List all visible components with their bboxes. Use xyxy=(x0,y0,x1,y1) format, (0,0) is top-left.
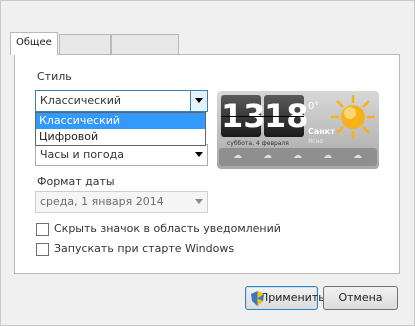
date-format-label: Формат даты xyxy=(37,175,115,188)
style-label: Стиль xyxy=(37,70,72,83)
apply-button[interactable]: Применить xyxy=(245,286,325,310)
hide-icon-label[interactable]: Скрыть значок в область уведомлений xyxy=(54,222,281,235)
clock-divider xyxy=(221,116,304,117)
settings-dialog: Общее Стиль Классический Классический Ци… xyxy=(0,0,415,326)
date-text: суббота, 4 февраля xyxy=(227,140,289,147)
style-option-digital[interactable]: Цифровой xyxy=(36,129,205,145)
forecast-strip: ☁ ☁ ☁ ☁ ☁ xyxy=(219,148,377,166)
cancel-button-label: Отмена xyxy=(338,291,383,304)
style-option-classic[interactable]: Классический xyxy=(36,113,205,129)
chevron-down-icon[interactable] xyxy=(191,192,207,212)
content-select-value: Часы и погода xyxy=(40,148,124,161)
cloud-icon: ☁ xyxy=(263,151,272,161)
style-dropdown-list: Классический Цифровой xyxy=(35,112,206,146)
autostart-label[interactable]: Запускать при старте Windows xyxy=(54,242,234,255)
date-format-select[interactable]: среда, 1 января 2014 xyxy=(35,191,208,213)
content-select[interactable]: Часы и погода xyxy=(35,144,208,166)
temperature: 0° xyxy=(308,101,320,112)
cloud-icon: ☁ xyxy=(233,151,242,161)
date-format-value: среда, 1 января 2014 xyxy=(40,195,164,208)
sun-icon xyxy=(329,93,377,144)
uac-shield-icon xyxy=(251,291,264,314)
hide-icon-checkbox[interactable] xyxy=(36,223,49,236)
style-select-value: Классический xyxy=(40,94,122,107)
tab-2[interactable] xyxy=(59,34,111,54)
autostart-checkbox[interactable] xyxy=(36,243,49,256)
cloud-icon: ☁ xyxy=(293,151,302,161)
chevron-down-icon[interactable] xyxy=(191,145,207,165)
widget-preview: 13 18 0° Санкт Ясно суббота, 4 февраля ☁… xyxy=(217,91,379,169)
apply-button-label: Применить xyxy=(260,291,325,304)
tab-3[interactable] xyxy=(111,34,179,54)
cancel-button[interactable]: Отмена xyxy=(323,286,398,310)
chevron-down-icon[interactable] xyxy=(190,91,207,111)
weather-text: Ясно xyxy=(308,138,324,145)
cloud-icon: ☁ xyxy=(323,151,332,161)
style-select[interactable]: Классический xyxy=(35,90,208,112)
tab-general[interactable]: Общее xyxy=(10,32,58,55)
cloud-icon: ☁ xyxy=(353,151,362,161)
